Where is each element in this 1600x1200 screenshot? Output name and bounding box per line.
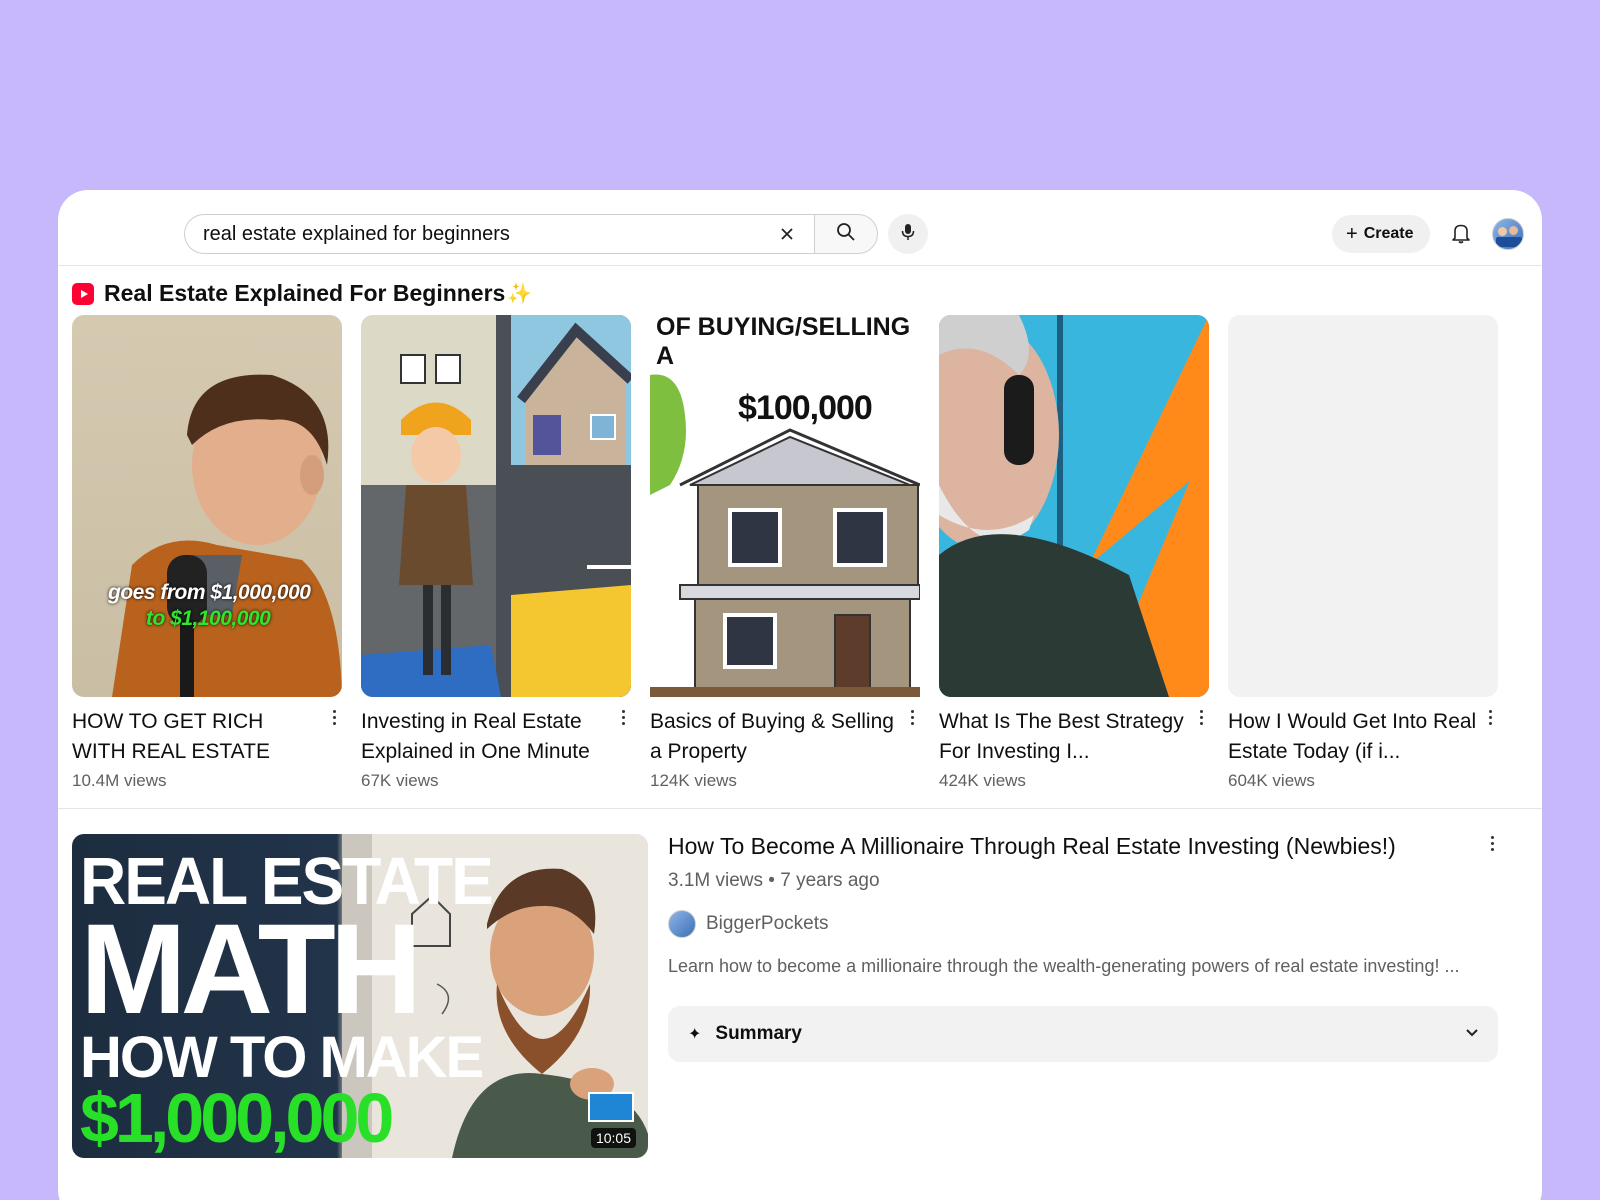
mic-icon xyxy=(900,223,916,246)
short-thumbnail[interactable]: OF BUYING/SELLING A $100,000 xyxy=(650,315,920,697)
more-options-icon[interactable] xyxy=(904,707,920,727)
channel-name[interactable]: BiggerPockets xyxy=(706,913,829,935)
search-input[interactable] xyxy=(203,222,743,246)
thumbnail-overlay-text: to $1,100,000 xyxy=(146,607,271,631)
search-icon xyxy=(836,222,856,247)
short-title[interactable]: Basics of Buying & Selling a Property xyxy=(650,707,900,767)
sparkle-icon: ✨ xyxy=(507,283,533,305)
short-thumbnail[interactable] xyxy=(1228,315,1498,697)
video-thumbnail[interactable]: REAL ESTATE MATH HOW TO MAKE $1,000,000 … xyxy=(72,834,648,1158)
short-views: 67K views xyxy=(361,771,439,790)
top-bar: + Create xyxy=(58,190,1542,266)
more-options-icon[interactable] xyxy=(1482,707,1498,727)
more-options-icon[interactable] xyxy=(615,707,631,727)
summary-button[interactable]: ✦ Summary xyxy=(668,1006,1498,1062)
short-thumbnail[interactable] xyxy=(939,315,1209,697)
summary-label: Summary xyxy=(715,1023,803,1044)
thumbnail-overlay-text: goes from $1,000,000 xyxy=(108,581,311,605)
short-card[interactable]: Investing in Real Estate Explained in On… xyxy=(361,315,631,791)
more-options-icon[interactable] xyxy=(1484,836,1500,856)
thumbnail-overlay-text: OF BUYING/SELLING A xyxy=(656,315,911,370)
short-card[interactable]: OF BUYING/SELLING A $100,000 Basics of B… xyxy=(650,315,920,791)
more-options-icon[interactable] xyxy=(326,707,342,727)
short-title[interactable]: How I Would Get Into Real Estate Today (… xyxy=(1228,707,1478,767)
create-label: Create xyxy=(1363,225,1414,242)
search-button[interactable] xyxy=(814,214,878,254)
avatar[interactable] xyxy=(1492,218,1524,250)
create-button[interactable]: + Create xyxy=(1332,215,1430,253)
short-card[interactable]: What Is The Best Strategy For Investing … xyxy=(939,315,1209,791)
short-title[interactable]: HOW TO GET RICH WITH REAL ESTATE xyxy=(72,707,322,767)
channel-link[interactable]: BiggerPockets xyxy=(668,910,1498,938)
video-info: How To Become A Millionaire Through Real… xyxy=(668,830,1498,977)
shelf-title: Real Estate Explained For Beginners xyxy=(104,280,506,306)
short-thumbnail[interactable] xyxy=(361,315,631,697)
short-views: 124K views xyxy=(650,771,737,790)
shorts-icon xyxy=(72,282,94,305)
short-thumbnail[interactable]: goes from $1,000,000 to $1,100,000 xyxy=(72,315,342,697)
voice-search-button[interactable] xyxy=(888,214,928,254)
short-card[interactable]: How I Would Get Into Real Estate Today (… xyxy=(1228,315,1498,791)
search-box[interactable] xyxy=(184,214,814,254)
chevron-down-icon xyxy=(1464,1024,1480,1046)
overlay-line-1: goes from $1,000,000 xyxy=(108,581,311,604)
short-card[interactable]: goes from $1,000,000 to $1,100,000 HOW T… xyxy=(72,315,342,791)
shorts-row: goes from $1,000,000 to $1,100,000 HOW T… xyxy=(72,315,1532,805)
short-views: 424K views xyxy=(939,771,1026,790)
video-title[interactable]: How To Become A Millionaire Through Real… xyxy=(668,830,1498,862)
sparkle-icon: ✦ xyxy=(688,1026,702,1043)
more-options-icon[interactable] xyxy=(1193,707,1209,727)
channel-avatar[interactable] xyxy=(668,910,696,938)
bell-icon[interactable] xyxy=(1448,220,1474,246)
thumbnail-line-4: $1,000,000 xyxy=(80,1079,394,1157)
short-title[interactable]: Investing in Real Estate Explained in On… xyxy=(361,707,611,767)
overlay-line-2: to $1,100,000 xyxy=(146,607,271,630)
short-title[interactable]: What Is The Best Strategy For Investing … xyxy=(939,707,1189,767)
shelf-header: Real Estate Explained For Beginners ✨ xyxy=(72,280,532,307)
close-icon[interactable] xyxy=(774,221,800,247)
channel-watermark-icon xyxy=(588,1092,634,1122)
video-meta: 3.1M views • 7 years ago xyxy=(668,870,880,891)
plus-icon: + xyxy=(1346,223,1358,245)
short-views: 10.4M views xyxy=(72,771,167,790)
thumbnail-line-2: MATH xyxy=(80,898,422,1041)
video-description: Learn how to become a millionaire throug… xyxy=(668,956,1460,976)
browser-window: + Create Real Estate Explained For Begin… xyxy=(58,190,1542,1200)
thumbnail-overlay-price: $100,000 xyxy=(738,389,873,427)
duration-badge: 10:05 xyxy=(590,1128,636,1148)
short-views: 604K views xyxy=(1228,771,1315,790)
section-divider xyxy=(58,808,1542,809)
